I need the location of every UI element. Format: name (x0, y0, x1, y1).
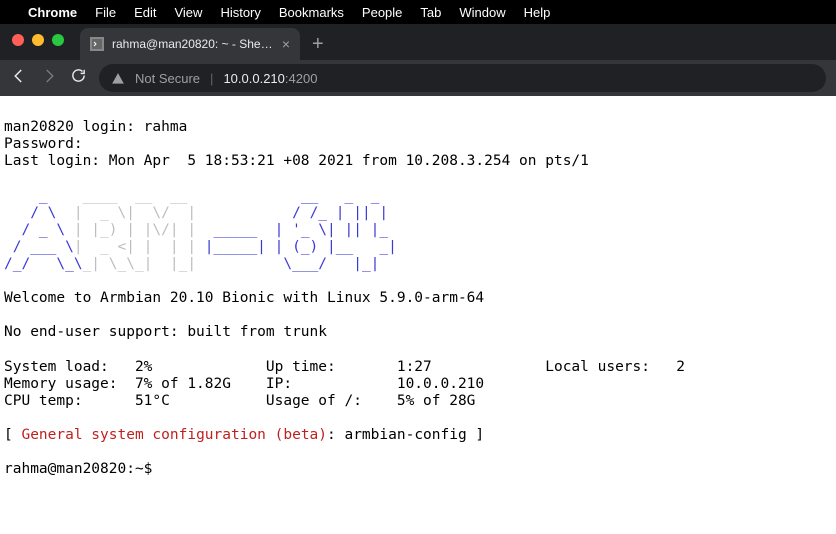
menubar-help[interactable]: Help (524, 5, 551, 20)
new-tab-button[interactable]: + (312, 33, 324, 60)
support-line: No end-user support: built from trunk (4, 324, 327, 340)
tab-title: rahma@man20820: ~ - Shell In (112, 37, 274, 51)
address-bar[interactable]: Not Secure | 10.0.0.210:4200 (99, 64, 826, 92)
menubar-window[interactable]: Window (459, 5, 505, 20)
config-line: [ General system configuration (beta): a… (4, 427, 484, 443)
not-secure-label: Not Secure (135, 71, 200, 86)
tab-strip: rahma@man20820: ~ - Shell In × + (0, 24, 836, 60)
menubar-view[interactable]: View (174, 5, 202, 20)
ascii-art-banner: _ ____ __ __ __ _ _ / \ | _ \| \/ | / /_… (4, 188, 832, 274)
menubar-tab[interactable]: Tab (420, 5, 441, 20)
browser-chrome: rahma@man20820: ~ - Shell In × + Not Sec… (0, 24, 836, 96)
fullscreen-window-icon[interactable] (52, 34, 64, 46)
shell-prompt: rahma@man20820:~$ (4, 461, 152, 477)
terminal-favicon-icon (90, 37, 104, 51)
terminal-content[interactable]: man20820 login: rahma Password: Last log… (0, 96, 836, 484)
login-line: man20820 login: rahma (4, 119, 187, 135)
menubar-history[interactable]: History (220, 5, 260, 20)
url-text: 10.0.0.210:4200 (223, 71, 317, 86)
last-login-line: Last login: Mon Apr 5 18:53:21 +08 2021 … (4, 153, 589, 169)
menubar-app[interactable]: Chrome (28, 5, 77, 20)
back-button[interactable] (10, 67, 28, 90)
omnibox-divider: | (210, 71, 213, 86)
menubar-bookmarks[interactable]: Bookmarks (279, 5, 344, 20)
menubar-people[interactable]: People (362, 5, 402, 20)
macos-menubar: Chrome File Edit View History Bookmarks … (0, 0, 836, 24)
menubar-file[interactable]: File (95, 5, 116, 20)
browser-toolbar: Not Secure | 10.0.0.210:4200 (0, 60, 836, 96)
close-window-icon[interactable] (12, 34, 24, 46)
not-secure-icon (111, 72, 125, 84)
minimize-window-icon[interactable] (32, 34, 44, 46)
browser-tab[interactable]: rahma@man20820: ~ - Shell In × (80, 28, 300, 60)
welcome-line: Welcome to Armbian 20.10 Bionic with Lin… (4, 290, 484, 306)
reload-button[interactable] (70, 67, 87, 89)
stats-line-2: Memory usage: 7% of 1.82G IP: 10.0.0.210 (4, 376, 484, 392)
window-controls (12, 34, 64, 46)
forward-button[interactable] (40, 67, 58, 90)
stats-line-3: CPU temp: 51°C Usage of /: 5% of 28G (4, 393, 475, 409)
close-tab-icon[interactable]: × (282, 36, 290, 52)
stats-line-1: System load: 2% Up time: 1:27 Local user… (4, 359, 685, 375)
menubar-edit[interactable]: Edit (134, 5, 156, 20)
password-line: Password: (4, 136, 83, 152)
